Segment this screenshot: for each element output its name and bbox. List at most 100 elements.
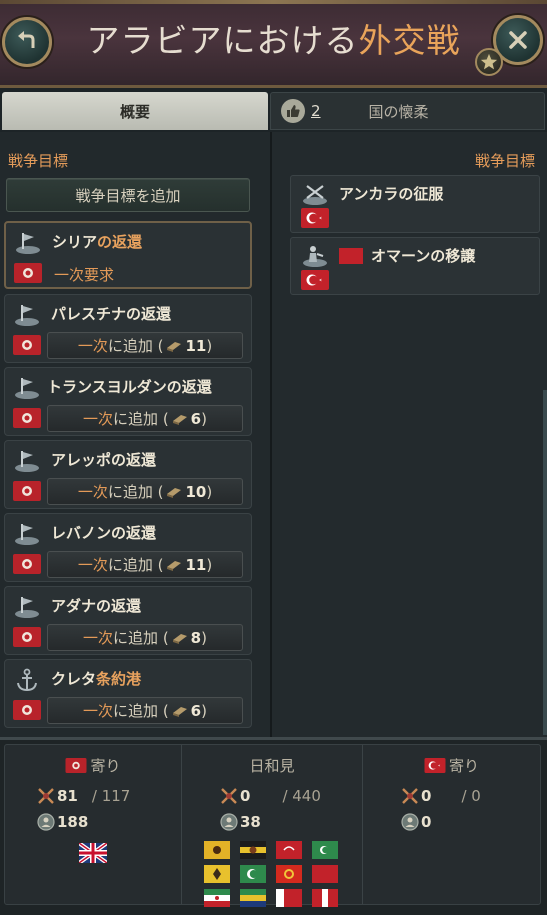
enemy-side-label: 寄り: [448, 757, 479, 775]
cost-value: 8: [190, 628, 202, 647]
war-goal-card[interactable]: シリアの返還 一次要求: [4, 221, 252, 289]
return-state-icon: [15, 597, 39, 618]
war-goal-target: トランスヨルダン: [47, 378, 167, 396]
conquer-state-icon: [303, 185, 327, 205]
primary-label: 一次: [77, 337, 108, 355]
our-side-label: 寄り: [90, 757, 121, 775]
our-war-goals-panel: 戦争目標 戦争目標 を追加 シリアの返還 一次要求 パレスチナの返還 一次 に追加 …: [0, 132, 270, 737]
scrollbar[interactable]: [543, 390, 547, 735]
war-goal-title: シリアの返還: [52, 231, 142, 252]
country-flag-icon[interactable]: [312, 889, 338, 907]
war-goal-target: レバノン: [51, 524, 112, 542]
add-war-goal-button[interactable]: 戦争目標 を追加: [6, 178, 250, 212]
population: 38: [220, 813, 261, 831]
population-value: 0: [421, 813, 432, 831]
add-label: に追加 (: [107, 337, 164, 355]
war-goal-card: アダナの返還 一次 に追加 (8): [4, 586, 252, 655]
military-value: 0: [421, 787, 432, 805]
favorite-button[interactable]: [475, 48, 503, 76]
back-arrow-icon: [18, 31, 35, 48]
tab-bar: 概要 2 国の懐柔: [0, 92, 547, 132]
add-label: に追加 (: [113, 702, 169, 720]
close-paren: ): [206, 555, 213, 574]
add-to-primary-button[interactable]: 一次 に追加 (11): [47, 332, 243, 359]
header: アラビアにおける外交戦: [0, 0, 547, 88]
tab-overview[interactable]: 概要: [2, 92, 268, 130]
war-goal-type: の返還: [126, 305, 172, 323]
country-flag-icon[interactable]: [204, 865, 230, 883]
country-flag-icon[interactable]: [204, 889, 230, 907]
war-goal-target: オマーン: [371, 247, 431, 265]
war-goal-target: クレタ: [51, 670, 97, 688]
country-flag-icon[interactable]: [204, 841, 230, 859]
military-total: / 0: [461, 787, 481, 805]
country-flag-icon[interactable]: [312, 841, 338, 859]
add-to-primary-button[interactable]: 一次 に追加 (6): [47, 697, 243, 724]
add-label: に追加 (: [107, 483, 164, 501]
war-goal-target: アダナ: [51, 597, 97, 615]
enemy-side-column: 寄り 0 / 0 0: [363, 745, 540, 904]
population: 188: [37, 813, 88, 831]
war-goal-type: の返還: [166, 378, 212, 396]
war-goal-card: トランスヨルダンの返還 一次 に追加 (6): [4, 367, 252, 436]
country-flag-icon[interactable]: [276, 889, 302, 907]
primary-label: 一次: [83, 702, 114, 720]
add-to-primary-button[interactable]: 一次 に追加 (8): [47, 624, 243, 651]
population-icon: [220, 813, 238, 831]
neutral-column: 日和見 0 / 440 38: [181, 745, 363, 907]
military-total: / 117: [91, 787, 131, 805]
our-war-goals-label: 戦争目標: [8, 152, 69, 170]
add-to-primary-button[interactable]: 一次 に追加 (10): [47, 478, 243, 505]
war-goal-type: の返還: [111, 451, 157, 469]
country-flag-icon[interactable]: [240, 889, 266, 907]
war-goal-title: パレスチナの返還: [51, 303, 171, 324]
population: 0: [401, 813, 431, 831]
country-flag-icon[interactable]: [276, 841, 302, 859]
cost-value: 6: [190, 409, 202, 428]
appeasement-count: 2: [311, 102, 321, 120]
turkish-flag-icon: [424, 758, 446, 773]
country-flag-icon[interactable]: [276, 865, 302, 883]
primary-label: 一次: [77, 483, 108, 501]
return-state-icon: [16, 233, 40, 254]
our-side-column: 寄り 81 / 117 188: [5, 745, 181, 904]
war-goal-target: アレッポ: [51, 451, 112, 469]
add-label: に追加 (: [107, 556, 164, 574]
star-icon: [480, 53, 498, 70]
uk-flag-icon[interactable]: [79, 843, 107, 863]
country-flag-icon[interactable]: [312, 865, 338, 883]
crossed-swords-icon: [402, 788, 418, 804]
primary-label: 一次: [83, 629, 114, 647]
tab-appeasement[interactable]: 2 国の懐柔: [270, 92, 545, 130]
war-goal-card: クレタ条約港 一次 に追加 (6): [4, 659, 252, 728]
war-goal-target: アンカラ: [339, 185, 399, 203]
primary-label: 一次: [77, 556, 108, 574]
war-goal-type: の征服: [398, 185, 444, 203]
return-state-icon: [15, 305, 39, 326]
close-paren: ): [206, 482, 213, 501]
add-to-primary-button[interactable]: 一次 に追加 (6): [47, 405, 243, 432]
country-flag-icon[interactable]: [240, 865, 266, 883]
add-label: に追加 (: [113, 410, 169, 428]
flag-icon: [13, 554, 41, 574]
war-goal-type: の移譲: [430, 247, 476, 265]
war-goal-card: レバノンの返還 一次 に追加 (11): [4, 513, 252, 582]
population-value: 188: [57, 813, 89, 831]
population-icon: [401, 813, 419, 831]
war-goal-type: の返還: [97, 233, 143, 251]
add-goal-suffix: を追加: [135, 186, 181, 205]
flag-icon: [13, 481, 41, 501]
population-icon: [37, 813, 55, 831]
military-total: / 440: [282, 787, 321, 805]
turkish-flag-icon: [301, 208, 329, 228]
war-goal-card: パレスチナの返還 一次 に追加 (11): [4, 294, 252, 363]
add-to-primary-button[interactable]: 一次 に追加 (11): [47, 551, 243, 578]
war-goal-type: 条約港: [96, 670, 142, 688]
return-state-icon: [15, 378, 39, 399]
country-flag-icon[interactable]: [240, 841, 266, 859]
our-side-header: 寄り: [5, 755, 181, 776]
war-goal-title: アレッポの返還: [51, 449, 156, 470]
thumbs-up-icon: [281, 99, 305, 123]
back-button[interactable]: [2, 17, 52, 67]
maneuvers-icon: [172, 706, 187, 717]
